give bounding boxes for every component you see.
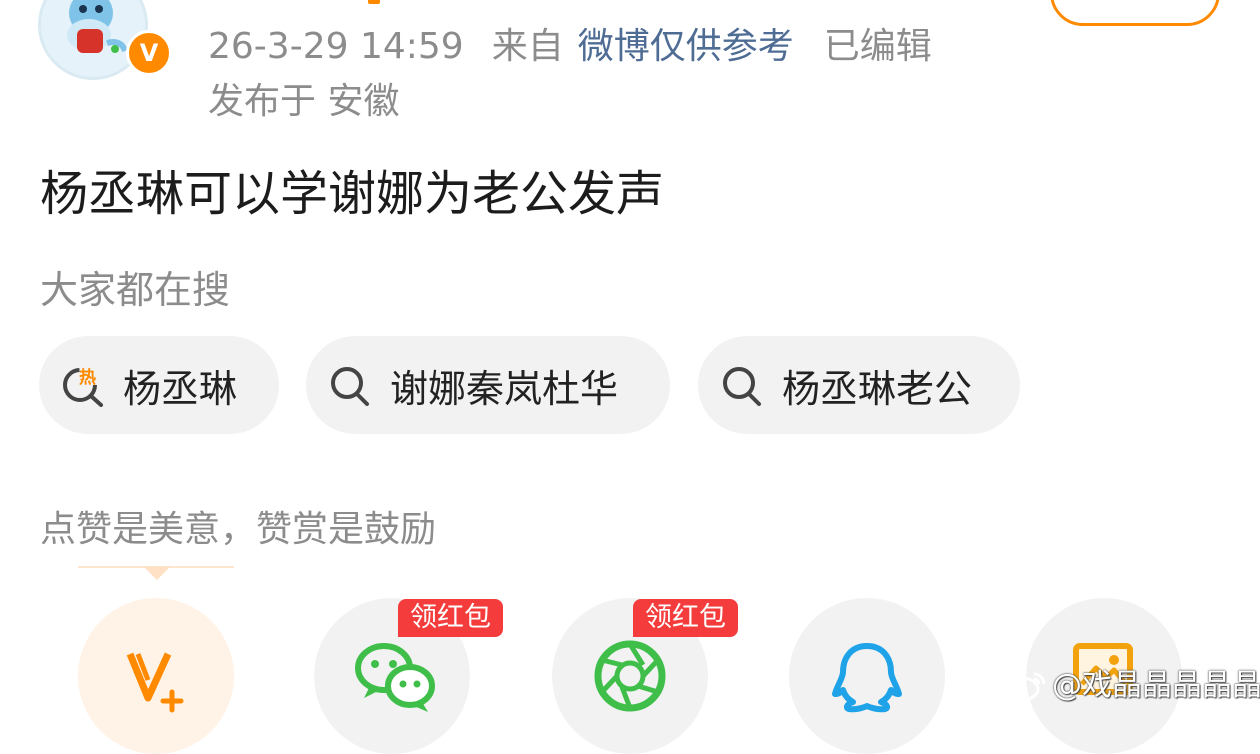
red-packet-badge: 领红包: [633, 599, 738, 637]
hot-search-label: 大家都在搜: [40, 268, 231, 312]
post-text: 杨丞琳可以学谢娜为老公发声: [40, 166, 665, 222]
post-from-label: 来自: [491, 26, 564, 67]
follow-button[interactable]: [1050, 0, 1220, 26]
reward-tip: 点赞是美意，赞赏是鼓励: [40, 509, 437, 550]
chip-label: 谢娜秦岚杜华: [390, 366, 619, 411]
search-chip[interactable]: 杨丞琳老公: [698, 336, 1020, 434]
weibo-watermark: @戏晶晶晶晶晶: [1004, 666, 1260, 706]
pointer-arrow: [143, 566, 171, 580]
svg-text:热: 热: [79, 367, 96, 388]
chip-label: 杨丞琳: [123, 366, 238, 411]
search-icon: [331, 367, 369, 406]
share-qq-button[interactable]: [789, 598, 945, 754]
post-edited-label[interactable]: 已编辑: [824, 26, 932, 67]
post-source-link[interactable]: 微博仅供参考: [578, 26, 794, 67]
post-meta: 26-3-29 14:59 来自 微博仅供参考 已编辑: [208, 27, 932, 67]
verified-v-icon: V: [126, 30, 172, 76]
v-plus-icon: [126, 652, 184, 713]
post-location: 发布于 安徽: [208, 81, 400, 122]
weibo-logo-icon: [1004, 672, 1046, 702]
hot-search-chip[interactable]: 热 杨丞琳: [39, 336, 279, 434]
qq-icon: [832, 643, 902, 713]
search-chip[interactable]: 谢娜秦岚杜华: [306, 336, 670, 434]
chip-label: 杨丞琳老公: [782, 366, 973, 411]
hot-search-icon: 热: [63, 367, 103, 407]
red-packet-badge: 领红包: [398, 599, 503, 637]
name-tag-fragment: [368, 0, 380, 4]
post-timestamp: 26-3-29 14:59: [208, 26, 464, 67]
watermark-text: @戏晶晶晶晶晶: [1052, 668, 1260, 703]
share-v-plus-button[interactable]: [78, 598, 234, 754]
search-icon: [723, 367, 761, 406]
